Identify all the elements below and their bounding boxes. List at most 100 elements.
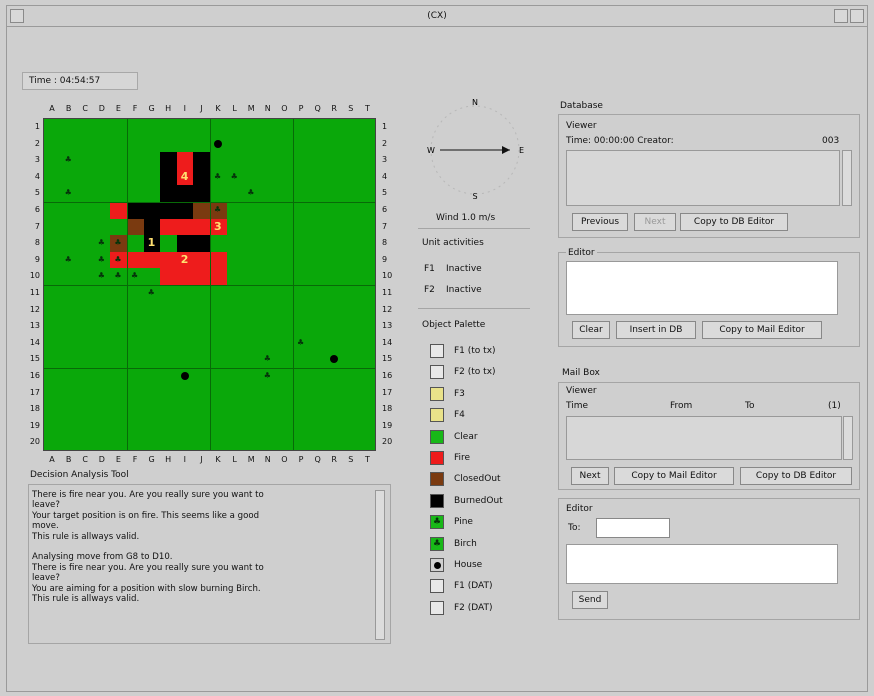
separator-2 [418,308,530,309]
fire-cell[interactable] [110,202,127,219]
mailbox-viewer-scrollbar[interactable] [843,416,853,460]
fire-cell[interactable] [160,268,177,285]
palette-swatch[interactable]: ♣ [430,515,444,530]
row-label: 18 [29,404,40,414]
insert-in-db-button[interactable]: Insert in DB [616,321,696,339]
next-button-db[interactable]: Next [634,213,676,231]
row-label: 16 [382,371,393,380]
row-label: 14 [382,337,393,347]
burned-out-cell[interactable] [127,202,144,219]
row-label: 5 [34,188,40,198]
grid-line-horizontal [44,368,375,369]
burned-out-cell[interactable] [160,202,177,219]
copy-to-mail-editor-button-mail[interactable]: Copy to Mail Editor [614,467,734,485]
fire-unit-marker[interactable]: 4 [181,170,189,183]
copy-to-db-editor-button[interactable]: Copy to DB Editor [680,213,788,231]
next-button-mail[interactable]: Next [571,467,609,485]
burned-out-cell[interactable] [193,168,210,186]
row-label: 10 [382,271,393,281]
row-label: 14 [29,337,40,347]
palette-swatch[interactable] [430,386,444,401]
fire-cell[interactable] [127,251,144,269]
fire-cell[interactable] [160,251,177,269]
compass-east-label: E [519,146,524,155]
time-display: Time : 04:54:57 [22,72,138,90]
mailbox-viewer-area[interactable] [566,416,842,460]
fire-cell[interactable] [176,268,194,285]
mail-to-input[interactable] [596,518,670,538]
forest-map-grid[interactable]: ♣ ♣ ♣ ♣ ♣ ♣ ♣ ♣ ♣ ♣ ♣ ♣ ♣ ♣ ♣ ♣ ♣ ♣ 1 2 3 4 [43,118,376,451]
house-icon[interactable] [330,355,339,364]
burned-out-cell[interactable] [193,235,210,252]
column-label: E [115,455,121,464]
fire-cell[interactable] [176,218,194,236]
tree-icon: ♣ [64,188,72,198]
fire-cell[interactable] [210,251,227,269]
burned-out-cell[interactable] [143,218,161,236]
tree-icon: ♣ [214,171,222,181]
column-label: P [298,104,304,113]
row-label: 13 [382,321,393,331]
decision-tool-scrollbar[interactable] [375,490,385,640]
compass-north-label: N [472,98,478,107]
fire-unit-marker[interactable]: 2 [181,253,189,266]
database-viewer-area[interactable] [566,150,840,206]
copy-to-mail-editor-button-db[interactable]: Copy to Mail Editor [702,321,822,339]
clear-button[interactable]: Clear [572,321,610,339]
palette-swatch[interactable] [430,579,444,594]
database-viewer-scrollbar[interactable] [842,150,852,206]
burned-out-cell[interactable] [160,185,177,202]
burned-out-cell[interactable] [176,202,194,219]
burned-out-cell[interactable] [176,235,194,252]
database-title: Database [560,101,603,111]
burned-out-cell[interactable] [193,185,210,202]
palette-swatch[interactable] [430,408,444,423]
row-label: 8 [34,238,40,248]
fire-cell[interactable] [193,251,210,269]
column-label: F [132,104,138,113]
burned-out-cell[interactable] [160,168,177,186]
closed-out-cell[interactable] [193,202,210,219]
palette-swatch[interactable] [430,472,444,487]
fire-cell[interactable] [193,218,210,236]
row-label: 9 [34,254,40,264]
burned-out-cell[interactable] [193,152,210,169]
palette-swatch[interactable] [430,451,444,465]
palette-swatch[interactable] [430,600,444,615]
mailbox-col-to: To [745,401,755,411]
database-editor-textarea[interactable] [566,261,838,315]
palette-swatch[interactable] [430,429,444,444]
previous-button[interactable]: Previous [572,213,628,231]
send-button[interactable]: Send [572,591,608,609]
palette-swatch[interactable] [430,365,444,380]
fire-unit-marker[interactable]: 1 [148,236,156,249]
palette-swatch[interactable]: ♣ [430,536,444,551]
column-label: Q [314,104,321,113]
window-title: (CX) [427,11,447,21]
fire-unit-marker[interactable]: 3 [214,220,222,233]
maximize-button[interactable] [850,9,864,23]
house-icon[interactable] [180,372,189,380]
burned-out-cell[interactable] [143,202,161,219]
column-label: O [281,104,288,113]
palette-swatch[interactable] [430,344,444,358]
column-label: H [165,455,172,464]
house-icon[interactable] [214,139,222,148]
fire-cell[interactable] [160,218,177,236]
copy-to-db-editor-button-mail[interactable]: Copy to DB Editor [740,467,852,485]
tree-icon: ♣ [97,271,105,281]
minimize-button[interactable] [834,9,848,23]
title-bar: (CX) [6,5,868,27]
row-label: 17 [382,387,393,397]
palette-swatch[interactable] [430,558,444,572]
burned-out-cell[interactable] [176,185,194,202]
fire-cell[interactable] [143,251,161,269]
palette-swatch[interactable] [430,493,444,508]
burned-out-cell[interactable] [160,152,177,169]
mail-body-textarea[interactable] [566,544,838,584]
closed-out-cell[interactable] [127,218,144,236]
fire-cell[interactable] [193,268,210,285]
row-label: 4 [34,171,40,181]
fire-cell[interactable] [210,268,227,285]
fire-cell[interactable] [176,152,194,169]
